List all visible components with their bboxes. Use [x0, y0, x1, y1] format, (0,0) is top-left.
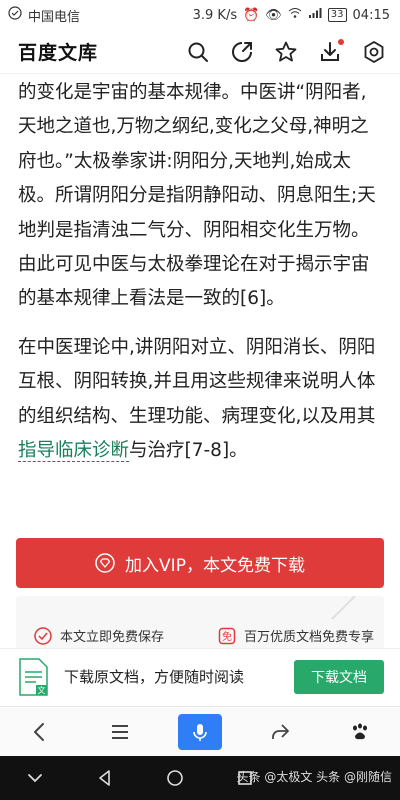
article-paragraph-1: 的变化是宇宙的基本规律。中医讲“阴阳者,天地之道也,万物之纲纪,变化之父母,神明…: [18, 82, 376, 310]
system-back-icon[interactable]: [83, 760, 127, 796]
watermark: 头条 @太极文 头条 @刚随信: [236, 770, 392, 784]
network-speed: 3.9 K/s: [192, 7, 238, 23]
diamond-icon: [95, 553, 115, 573]
app-title: 百度文库: [18, 42, 99, 64]
wifi-icon: [288, 7, 302, 23]
back-icon[interactable]: [18, 714, 62, 750]
download-banner-text: 下载原文档，方便随时阅读: [64, 668, 245, 686]
browser-nav-bar: [0, 706, 400, 756]
header-icons: [186, 38, 386, 64]
share-icon[interactable]: [230, 40, 254, 64]
clinical-diagnosis-link[interactable]: 指导临床诊断: [18, 440, 130, 463]
benefits-panel: 本文立即免费保存 免 百万优质文档免费专享: [16, 596, 384, 656]
app-header: 百度文库: [0, 30, 400, 74]
star-icon[interactable]: [274, 40, 298, 64]
search-icon[interactable]: [186, 40, 210, 64]
eye-icon: 👁: [265, 7, 282, 23]
benefit-save-label: 本文立即免费保存: [60, 630, 165, 645]
clock: 04:15: [352, 7, 390, 23]
alarm-icon: ⏰: [243, 7, 260, 23]
vip-button-label: 加入VIP，本文免费下载: [125, 555, 305, 576]
article-body: 的变化是宇宙的基本规律。中医讲“阴阳者,天地之道也,万物之纲纪,变化之父母,神明…: [18, 76, 384, 482]
paragraph-2-text-post: 与治疗[7-8]。: [129, 440, 248, 462]
battery-icon: 33: [327, 8, 347, 22]
carrier-icon: [8, 6, 22, 24]
signal-icon: [308, 7, 322, 23]
article-paragraph-2: 在中医理论中,讲阴阳对立、阴阳消长、阴阳互根、阴阳转换,并且用这些规律来说明人体…: [18, 331, 384, 469]
status-bar: 中国电信 3.9 K/s ⏰ 👁 33 04:15: [0, 0, 400, 30]
home-icon[interactable]: [153, 760, 197, 796]
free-badge-icon: 免: [218, 627, 236, 645]
benefits-row: 本文立即免费保存 免 百万优质文档免费专享: [34, 626, 374, 645]
settings-icon[interactable]: [362, 40, 386, 64]
paragraph-2-text-pre: 在中医理论中,讲阴阳对立、阴阳消长、阴阳互根、阴阳转换,并且用这些规律来说明人体…: [18, 336, 376, 427]
vip-download-button[interactable]: 加入VIP，本文免费下载: [16, 538, 384, 588]
download-icon[interactable]: [318, 38, 344, 64]
mic-icon[interactable]: [178, 713, 222, 750]
benefit-save: 本文立即免费保存: [34, 626, 164, 645]
notification-dot: [338, 38, 344, 45]
status-right: 3.9 K/s ⏰ 👁 33 04:15: [193, 7, 390, 23]
decorative-line: [331, 596, 361, 620]
document-icon: 文: [18, 657, 48, 696]
svg-text:免: 免: [222, 630, 232, 643]
carrier-name: 中国电信: [28, 9, 81, 25]
status-left: 中国电信: [8, 6, 80, 25]
share-icon[interactable]: [258, 714, 302, 750]
paw-icon[interactable]: [338, 714, 382, 750]
download-document-button[interactable]: 下载文档: [294, 659, 384, 694]
download-banner: 文 下载原文档，方便随时阅读 下载文档: [0, 648, 400, 704]
hide-nav-icon[interactable]: [13, 760, 57, 796]
menu-icon[interactable]: [98, 714, 142, 750]
benefit-free-label: 百万优质文档免费专享: [243, 630, 374, 645]
check-circle-icon: [34, 626, 52, 645]
svg-text:文: 文: [38, 685, 46, 695]
benefit-free: 免 百万优质文档免费专享: [218, 626, 374, 645]
